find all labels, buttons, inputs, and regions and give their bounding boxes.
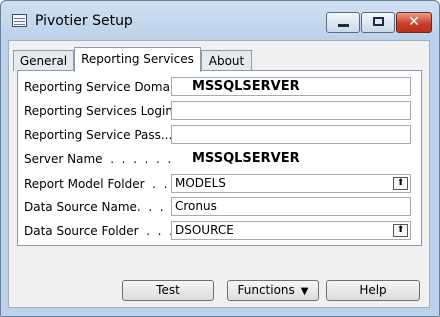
dropdown-arrow-icon: ▼: [300, 286, 309, 297]
data-source-folder-field[interactable]: DSOURCE ⬆: [171, 221, 411, 240]
data-source-folder-label: Data Source Folder . . .: [24, 224, 173, 238]
maximize-icon: [373, 17, 384, 26]
data-source-folder-value: DSOURCE: [175, 223, 234, 237]
report-model-folder-lookup-button[interactable]: ⬆: [393, 177, 408, 190]
tab-general[interactable]: General: [13, 50, 74, 71]
functions-button[interactable]: Functions ▼: [227, 280, 319, 301]
form-icon: [12, 14, 27, 27]
functions-label: Functions: [237, 283, 295, 297]
reporting-service-password-field[interactable]: [171, 125, 411, 144]
reporting-services-login-label: Reporting Services Login...: [24, 104, 185, 118]
report-model-folder-label: Report Model Folder . . .: [24, 177, 179, 191]
close-button[interactable]: ✕: [396, 12, 432, 33]
minimize-button[interactable]: [326, 12, 360, 33]
help-button[interactable]: Help: [326, 280, 420, 301]
data-source-name-field[interactable]: Cronus: [171, 197, 411, 216]
reporting-service-domain-field[interactable]: MSSQLSERVER: [171, 77, 411, 96]
data-source-folder-lookup-button[interactable]: ⬆: [393, 224, 408, 237]
tab-reporting-services[interactable]: Reporting Services: [74, 47, 201, 72]
window-title: Pivotier Setup: [35, 13, 133, 29]
reporting-services-login-field[interactable]: [171, 101, 411, 120]
report-model-folder-value: MODELS: [175, 176, 226, 190]
server-name-field[interactable]: MSSQLSERVER: [171, 149, 411, 168]
data-source-name-label: Data Source Name. . . .: [24, 200, 176, 214]
reporting-service-password-label: Reporting Service Pass...: [24, 128, 173, 142]
title-bar[interactable]: Pivotier Setup ✕: [1, 1, 439, 41]
maximize-button[interactable]: [361, 12, 395, 33]
tab-about[interactable]: About: [201, 50, 252, 71]
server-name-label: Server Name . . . . . .: [24, 152, 172, 166]
close-icon: ✕: [408, 14, 420, 30]
minimize-icon: [338, 24, 349, 27]
report-model-folder-field[interactable]: MODELS ⬆: [171, 174, 411, 193]
reporting-service-domain-label: Reporting Service Domain: [24, 80, 181, 94]
test-button[interactable]: Test: [122, 280, 214, 301]
